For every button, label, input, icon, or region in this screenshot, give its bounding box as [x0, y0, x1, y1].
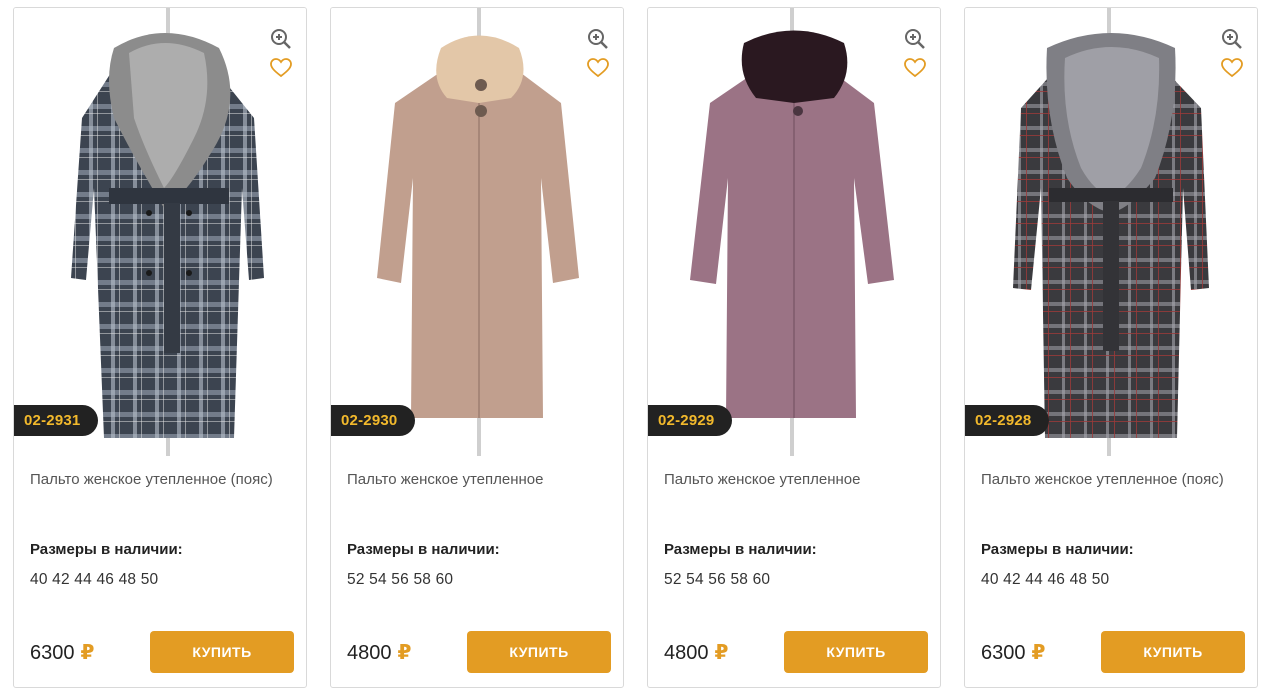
product-name[interactable]: Пальто женское утепленное (пояс) — [30, 470, 280, 490]
product-card[interactable]: 02-2930 Пальто женское утепленное Размер… — [330, 7, 624, 688]
product-card[interactable]: 02-2929 Пальто женское утепленное Размер… — [647, 7, 941, 688]
zoom-icon[interactable] — [1221, 28, 1243, 50]
product-name[interactable]: Пальто женское утепленное (пояс) — [981, 470, 1231, 490]
product-name[interactable]: Пальто женское утепленное — [347, 470, 597, 490]
article-badge: 02-2930 — [331, 405, 416, 436]
sizes-list: 40 42 44 46 48 50 — [30, 571, 159, 588]
article-badge: 02-2931 — [14, 405, 99, 436]
product-photo[interactable]: 02-2930 — [331, 8, 623, 456]
zoom-icon[interactable] — [270, 28, 292, 50]
zoom-icon[interactable] — [587, 28, 609, 50]
product-photo[interactable]: 02-2929 — [648, 8, 940, 456]
product-name[interactable]: Пальто женское утепленное — [664, 470, 914, 490]
product-card[interactable]: 02-2928 Пальто женское утепленное (пояс)… — [964, 7, 1258, 688]
price: 4800 ₽ — [664, 639, 728, 667]
sizes-label: Размеры в наличии: — [664, 541, 817, 558]
price: 6300 ₽ — [981, 639, 1045, 667]
article-badge: 02-2928 — [965, 405, 1050, 436]
coat-image — [1013, 8, 1209, 456]
favorite-heart-icon[interactable] — [587, 58, 609, 78]
buy-button[interactable]: КУПИТЬ — [1101, 631, 1245, 673]
price-value: 4800 — [347, 642, 392, 664]
sizes-list: 52 54 56 58 60 — [664, 571, 771, 588]
coat-image — [377, 8, 579, 456]
sizes-list: 40 42 44 46 48 50 — [981, 571, 1110, 588]
ruble-icon: ₽ — [714, 642, 729, 664]
product-card[interactable]: 02-2931 Пальто женское утепленное (пояс)… — [13, 7, 307, 688]
favorite-heart-icon[interactable] — [904, 58, 926, 78]
ruble-icon: ₽ — [1031, 642, 1046, 664]
buy-button[interactable]: КУПИТЬ — [467, 631, 611, 673]
favorite-heart-icon[interactable] — [270, 58, 292, 78]
price-value: 6300 — [30, 642, 75, 664]
sizes-label: Размеры в наличии: — [981, 541, 1134, 558]
sizes-label: Размеры в наличии: — [347, 541, 500, 558]
product-photo[interactable]: 02-2928 — [965, 8, 1257, 456]
coat-image — [71, 8, 264, 456]
article-badge: 02-2929 — [648, 405, 733, 436]
sizes-label: Размеры в наличии: — [30, 541, 183, 558]
product-grid: 02-2931 Пальто женское утепленное (пояс)… — [0, 0, 1280, 698]
buy-button[interactable]: КУПИТЬ — [150, 631, 294, 673]
price: 6300 ₽ — [30, 639, 94, 667]
product-photo[interactable]: 02-2931 — [14, 8, 306, 456]
ruble-icon: ₽ — [397, 642, 412, 664]
price-value: 6300 — [981, 642, 1026, 664]
favorite-heart-icon[interactable] — [1221, 58, 1243, 78]
zoom-icon[interactable] — [904, 28, 926, 50]
buy-button[interactable]: КУПИТЬ — [784, 631, 928, 673]
price-value: 4800 — [664, 642, 709, 664]
sizes-list: 52 54 56 58 60 — [347, 571, 454, 588]
ruble-icon: ₽ — [80, 642, 95, 664]
coat-image — [690, 8, 894, 456]
price: 4800 ₽ — [347, 639, 411, 667]
